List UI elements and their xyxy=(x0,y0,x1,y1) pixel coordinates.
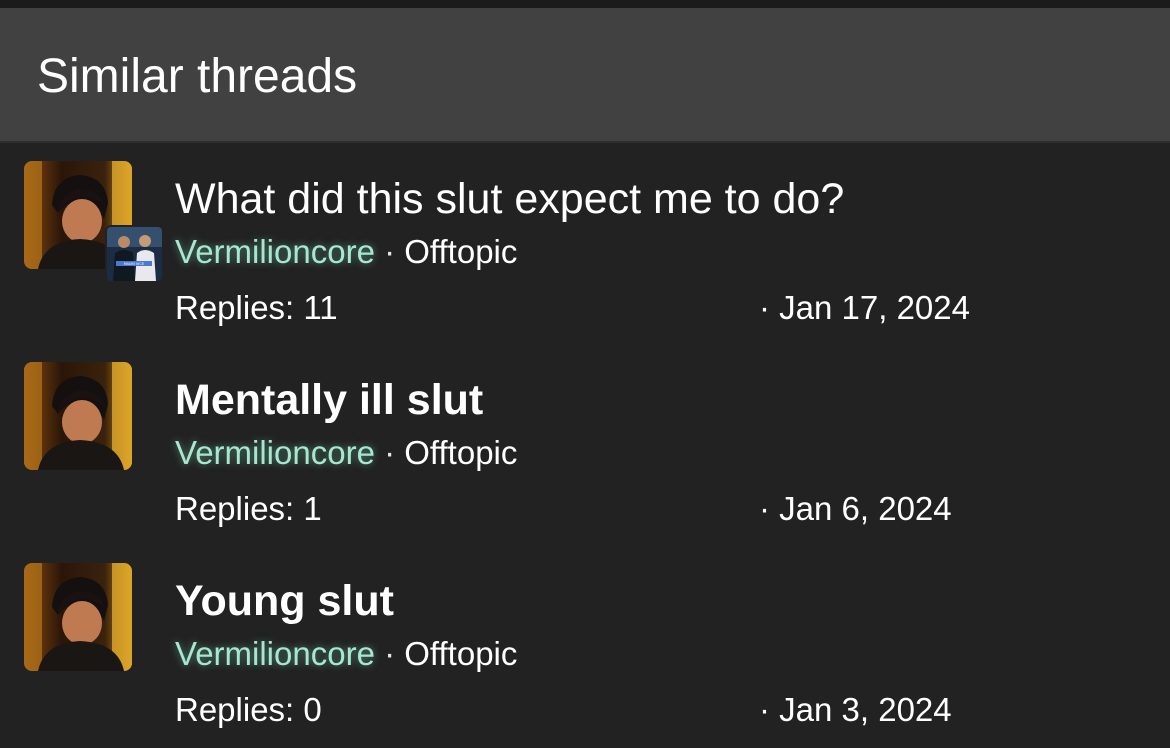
thread-date: · Jan 6, 2024 xyxy=(759,490,952,527)
thread-date: · Jan 17, 2024 xyxy=(759,289,970,326)
thread-title[interactable]: What did this slut expect me to do? xyxy=(175,173,844,225)
meta-separator: · xyxy=(384,434,396,471)
similar-threads-header: Similar threads xyxy=(0,8,1170,143)
replies-count: Replies: 1 xyxy=(175,490,322,527)
author-link[interactable]: Vermilioncore xyxy=(175,434,375,471)
thread-title[interactable]: Young slut xyxy=(175,575,394,627)
thread-meta: Vermilioncore · Offtopic xyxy=(175,232,517,272)
replies-count: Replies: 11 xyxy=(175,289,338,326)
author-link[interactable]: Vermilioncore xyxy=(175,635,375,672)
thread-meta: Vermilioncore · Offtopic xyxy=(175,433,517,473)
forum-link[interactable]: Offtopic xyxy=(404,233,517,270)
secondary-avatar[interactable]: MIAMI VICE xyxy=(105,225,164,283)
thread-title[interactable]: Mentally ill slut xyxy=(175,374,483,426)
meta-separator: · xyxy=(384,233,396,270)
thread-meta: Vermilioncore · Offtopic xyxy=(175,634,517,674)
block-title: Similar threads xyxy=(37,50,358,103)
replies-count: Replies: 0 xyxy=(175,691,322,728)
meta-separator: · xyxy=(384,635,396,672)
author-avatar[interactable] xyxy=(24,563,132,671)
author-link[interactable]: Vermilioncore xyxy=(175,233,375,270)
forum-link[interactable]: Offtopic xyxy=(404,635,517,672)
top-edge-strip xyxy=(0,0,1170,8)
thread-item[interactable]: Mentally ill slut Vermilioncore · Offtop… xyxy=(0,346,1170,547)
thread-item[interactable]: Young slut Vermilioncore · Offtopic Repl… xyxy=(0,547,1170,748)
author-avatar[interactable] xyxy=(24,362,132,470)
thread-item[interactable]: MIAMI VICE What did this slut expect me … xyxy=(0,145,1170,346)
forum-link[interactable]: Offtopic xyxy=(404,434,517,471)
sub-avatar-caption: MIAMI VICE xyxy=(124,262,145,266)
thread-date: · Jan 3, 2024 xyxy=(759,691,952,728)
